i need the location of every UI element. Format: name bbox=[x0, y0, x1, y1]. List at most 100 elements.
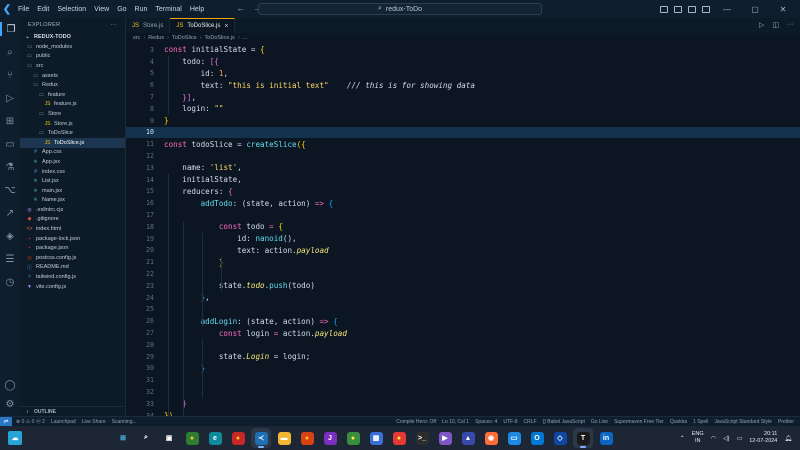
status-item[interactable]: Go Live bbox=[591, 419, 608, 425]
explorer-icon[interactable]: ❐ bbox=[0, 22, 20, 36]
search-icon[interactable]: ⌕ bbox=[0, 45, 20, 59]
status-item[interactable]: CRLF bbox=[524, 419, 537, 425]
testing-icon[interactable]: ⚗ bbox=[0, 160, 20, 174]
status-item[interactable]: Live Share bbox=[82, 419, 106, 425]
menu-item-terminal[interactable]: Terminal bbox=[151, 6, 185, 13]
tree-item[interactable]: ▭ assets bbox=[20, 71, 125, 81]
code-line[interactable]: 29 state.Login = login; bbox=[126, 351, 800, 363]
code-line[interactable]: 23 state.todo.push(todo) bbox=[126, 280, 800, 292]
command-center-search[interactable]: ⌕ redux-ToDo bbox=[258, 3, 542, 15]
code-line[interactable]: 32 bbox=[126, 386, 800, 398]
code-line[interactable]: 25 bbox=[126, 304, 800, 316]
customize-layout-icon[interactable] bbox=[702, 5, 710, 13]
menu-item-help[interactable]: Help bbox=[186, 6, 208, 13]
taskbar-app[interactable]: e bbox=[205, 428, 225, 448]
code-line[interactable]: 17 bbox=[126, 209, 800, 221]
taskbar-app[interactable]: ● bbox=[297, 428, 317, 448]
tree-item[interactable]: ▼ vite.config.js bbox=[20, 282, 125, 292]
widgets-icon[interactable]: ☁ bbox=[8, 431, 22, 445]
tree-item[interactable]: ⚛ App.jsx bbox=[20, 157, 125, 167]
status-item[interactable]: 1 Spell bbox=[693, 419, 708, 425]
account-icon[interactable]: ◯ bbox=[4, 380, 15, 391]
close-window-button[interactable]: ✕ bbox=[772, 5, 794, 14]
timeline-icon[interactable]: ◷ bbox=[0, 275, 20, 289]
code-line[interactable]: 10 bbox=[126, 126, 800, 139]
code-line[interactable]: 26 addLogin: (state, action) => { bbox=[126, 315, 800, 327]
tree-item[interactable]: ▭ ToDoSlice bbox=[20, 128, 125, 138]
tree-item[interactable]: ◎ postcss.config.js bbox=[20, 253, 125, 263]
remote-explorer-icon[interactable]: ▭ bbox=[0, 137, 20, 151]
taskbar-app[interactable]: >_ bbox=[412, 428, 432, 448]
code-line[interactable]: 13 name: 'list', bbox=[126, 162, 800, 174]
battery-icon[interactable]: ▭ bbox=[737, 435, 743, 442]
code-line[interactable]: 18 const todo = { bbox=[126, 221, 800, 233]
taskbar-app[interactable]: ⌕ bbox=[136, 428, 156, 448]
code-line[interactable]: 11 const todoSlice = createSlice({ bbox=[126, 138, 800, 150]
maximize-button[interactable]: ▢ bbox=[744, 5, 766, 14]
tree-item[interactable]: JS Store.js bbox=[20, 119, 125, 129]
code-line[interactable]: 33 } bbox=[126, 398, 800, 410]
database-icon[interactable]: ☰ bbox=[0, 252, 20, 266]
taskbar-app[interactable]: in bbox=[596, 428, 616, 448]
toggle-panel-icon[interactable] bbox=[674, 5, 682, 13]
breadcrumb-item[interactable]: src bbox=[133, 35, 140, 41]
tree-item[interactable]: <> index.html bbox=[20, 224, 125, 234]
breadcrumb-item[interactable]: Redux bbox=[148, 35, 164, 41]
taskbar-app[interactable]: ▦ bbox=[366, 428, 386, 448]
git-graph-icon[interactable]: ⌥ bbox=[0, 183, 20, 197]
run-debug-icon[interactable]: ▷ bbox=[0, 91, 20, 105]
tree-item[interactable]: ◍ .eslintrc.cjs bbox=[20, 205, 125, 215]
code-line[interactable]: 9} bbox=[126, 115, 800, 127]
breadcrumb-item[interactable]: ToDoSlice bbox=[172, 35, 197, 41]
docker-icon[interactable]: ◈ bbox=[0, 229, 20, 243]
code-line[interactable]: 8 login: "" bbox=[126, 103, 800, 115]
status-item[interactable]: Ln 10, Col 1 bbox=[442, 419, 469, 425]
code-line[interactable]: 20 text: action.payload bbox=[126, 245, 800, 257]
code-line[interactable]: 14 initialState, bbox=[126, 174, 800, 186]
tree-item[interactable]: ◆ .gitignore bbox=[20, 215, 125, 225]
language-indicator[interactable]: ENG IN bbox=[692, 431, 704, 445]
status-item[interactable]: Quokka bbox=[670, 419, 687, 425]
code-line[interactable]: 6 text: "this is initial text" /// this … bbox=[126, 79, 800, 91]
remote-indicator-icon[interactable]: ⇌ bbox=[0, 416, 12, 427]
status-item[interactable]: {} Babel JavaScript bbox=[543, 419, 585, 425]
chevron-up-icon[interactable]: ⌃ bbox=[680, 435, 685, 442]
code-line[interactable]: 16 addTodo: (state, action) => { bbox=[126, 197, 800, 209]
taskbar-app[interactable]: T bbox=[573, 428, 593, 448]
tree-item[interactable]: JS ToDoSlice.js bbox=[20, 137, 125, 148]
taskbar-app[interactable]: ● bbox=[389, 428, 409, 448]
code-editor[interactable]: 3 const initialState = {4 todo: [{5 id: 1… bbox=[126, 43, 800, 416]
code-line[interactable]: 3 const initialState = { bbox=[126, 44, 800, 56]
code-line[interactable]: 30 } bbox=[126, 363, 800, 375]
taskbar-app[interactable]: O bbox=[527, 428, 547, 448]
tree-item[interactable]: ⚛ List.jsx bbox=[20, 176, 125, 186]
tree-item[interactable]: ▪ package.json bbox=[20, 243, 125, 253]
tab-todoslice-js[interactable]: JS ToDoSlice.js × bbox=[170, 18, 236, 33]
tree-item[interactable]: ≈ tailwind.config.js bbox=[20, 272, 125, 282]
menu-item-selection[interactable]: Selection bbox=[53, 6, 90, 13]
taskbar-app[interactable]: ⊞ bbox=[113, 428, 133, 448]
tree-item[interactable]: ▭ node_modules bbox=[20, 42, 125, 52]
taskbar-app[interactable]: ◇ bbox=[550, 428, 570, 448]
notification-bell-icon[interactable]: 🔔︎ bbox=[784, 435, 792, 442]
code-line[interactable]: 12 bbox=[126, 150, 800, 162]
breadcrumb-item[interactable]: ToDoSlice.js bbox=[205, 35, 235, 41]
status-item[interactable]: Compile Hero: Off bbox=[396, 419, 436, 425]
tree-item[interactable]: ▭ Redux bbox=[20, 80, 125, 90]
taskbar-app[interactable]: J bbox=[320, 428, 340, 448]
menu-item-edit[interactable]: Edit bbox=[33, 6, 53, 13]
code-line[interactable]: 31 bbox=[126, 374, 800, 386]
source-control-icon[interactable]: ⑂ bbox=[0, 68, 20, 82]
status-item[interactable]: Prettier bbox=[778, 419, 794, 425]
code-line[interactable]: 15 reducers: { bbox=[126, 186, 800, 198]
gear-icon[interactable]: ⚙ bbox=[6, 399, 15, 410]
menu-item-file[interactable]: File bbox=[14, 6, 33, 13]
volume-icon[interactable]: ◁) bbox=[723, 435, 730, 442]
status-item[interactable]: Launchpad bbox=[51, 419, 76, 425]
workspace-root[interactable]: ⌄ REDUX-TODO bbox=[20, 32, 125, 42]
code-line[interactable]: 24 }, bbox=[126, 292, 800, 304]
tree-item[interactable]: ⓘ README.md bbox=[20, 263, 125, 273]
status-item[interactable]: Supermaven Free Tier bbox=[614, 419, 664, 425]
code-line[interactable]: 28 bbox=[126, 339, 800, 351]
extensions-icon[interactable]: ⊞ bbox=[0, 114, 20, 128]
